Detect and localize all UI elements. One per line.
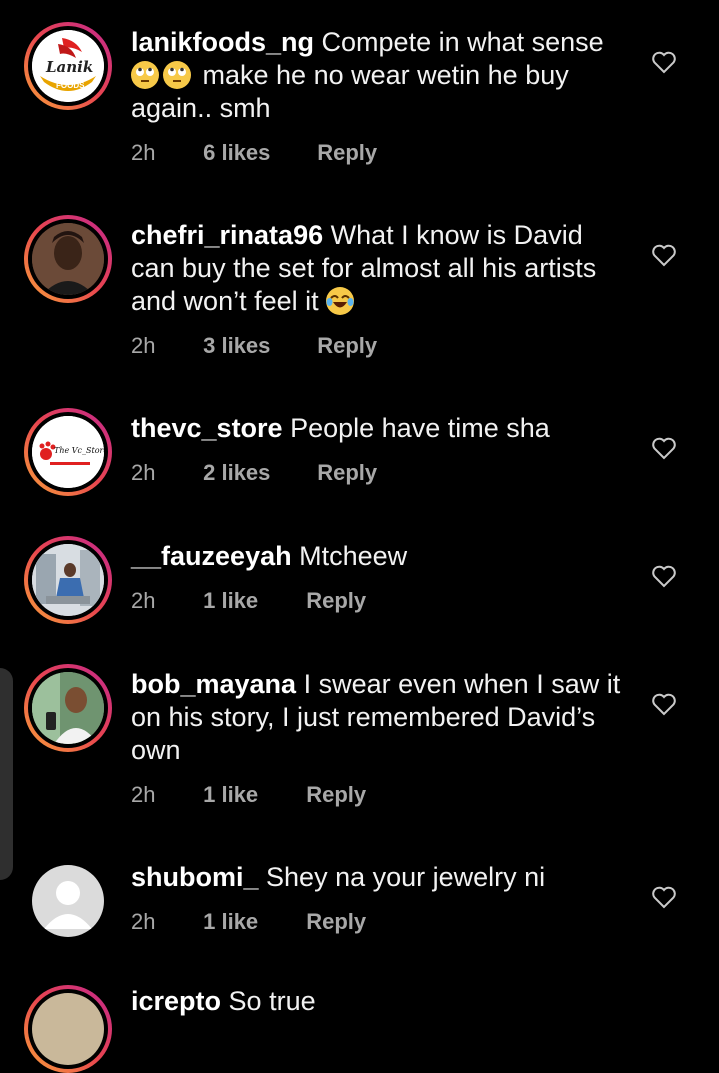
- comment-time: 2h: [131, 588, 156, 613]
- comment-username[interactable]: __fauzeeyah: [131, 541, 292, 571]
- comment-meta: 2h 1 like Reply: [131, 782, 366, 808]
- comment-time: 2h: [131, 460, 156, 485]
- default-avatar-icon: [44, 881, 92, 929]
- comment-body: People have time sha: [290, 413, 550, 443]
- heart-icon[interactable]: [651, 436, 677, 460]
- comment-username[interactable]: shubomi_: [131, 862, 259, 892]
- heart-icon[interactable]: [651, 243, 677, 267]
- avatar[interactable]: [24, 536, 112, 624]
- comment-text: bob_mayana I swear even when I saw it on…: [131, 668, 626, 767]
- avatar[interactable]: Lanik FOODS: [24, 22, 112, 110]
- comment-time: 2h: [131, 909, 156, 934]
- comment-username[interactable]: icrepto: [131, 986, 221, 1016]
- comment-text: thevc_store People have time sha: [131, 412, 626, 445]
- likes-count[interactable]: 2 likes: [203, 460, 311, 486]
- avatar-logo-text: The Vc_Store: [54, 446, 104, 455]
- likes-count[interactable]: 1 like: [203, 782, 300, 808]
- comment-time: 2h: [131, 140, 156, 165]
- comment-username[interactable]: lanikfoods_ng: [131, 27, 314, 57]
- heart-icon[interactable]: [651, 50, 677, 74]
- side-panel-handle[interactable]: [0, 668, 13, 880]
- likes-count[interactable]: 3 likes: [203, 333, 311, 359]
- comment-username[interactable]: chefri_rinata96: [131, 220, 323, 250]
- avatar-photo: [32, 672, 104, 744]
- comment-text: icrepto So true: [131, 985, 626, 1018]
- comment-username[interactable]: bob_mayana: [131, 669, 296, 699]
- reply-button[interactable]: Reply: [317, 460, 377, 486]
- comment-body: Compete in what sense: [321, 27, 604, 57]
- comment-body: So true: [228, 986, 316, 1016]
- avatar[interactable]: [32, 865, 104, 937]
- comment-time: 2h: [131, 782, 156, 807]
- likes-count[interactable]: 6 likes: [203, 140, 311, 166]
- comment-body: Shey na your jewelry ni: [266, 862, 546, 892]
- avatar[interactable]: [24, 664, 112, 752]
- comment-time: 2h: [131, 333, 156, 358]
- reply-button[interactable]: Reply: [306, 909, 366, 935]
- avatar[interactable]: The Vc_Store: [24, 408, 112, 496]
- reply-button[interactable]: Reply: [306, 782, 366, 808]
- likes-count[interactable]: 1 like: [203, 588, 300, 614]
- rolling-eyes-emoji-icon: [163, 61, 191, 89]
- likes-count[interactable]: 1 like: [203, 909, 300, 935]
- avatar-logo-subtext: FOODS: [56, 81, 85, 90]
- avatar-photo: [32, 544, 104, 616]
- comment-meta: 2h 1 like Reply: [131, 588, 366, 614]
- avatar-photo: [32, 223, 104, 295]
- comment-meta: 2h 1 like Reply: [131, 909, 366, 935]
- reply-button[interactable]: Reply: [306, 588, 366, 614]
- reply-button[interactable]: Reply: [317, 140, 377, 166]
- comment-username[interactable]: thevc_store: [131, 413, 283, 443]
- avatar[interactable]: [24, 215, 112, 303]
- comment-meta: 2h 2 likes Reply: [131, 460, 377, 486]
- tears-of-joy-emoji-icon: [326, 287, 355, 315]
- comment-meta: 2h 6 likes Reply: [131, 140, 377, 166]
- comment-text: __fauzeeyah Mtcheew: [131, 540, 626, 573]
- heart-icon[interactable]: [651, 692, 677, 716]
- comment-text: shubomi_ Shey na your jewelry ni: [131, 861, 626, 894]
- heart-icon[interactable]: [651, 885, 677, 909]
- reply-button[interactable]: Reply: [317, 333, 377, 359]
- comment-text: chefri_rinata96 What I know is David can…: [131, 219, 626, 318]
- heart-icon[interactable]: [651, 564, 677, 588]
- avatar[interactable]: [24, 985, 112, 1073]
- comment-body: Mtcheew: [299, 541, 408, 571]
- rolling-eyes-emoji-icon: [131, 61, 159, 89]
- comment-text: lanikfoods_ng Compete in what sense make…: [131, 26, 626, 125]
- avatar-logo-text: Lanik: [46, 58, 94, 76]
- comment-meta: 2h 3 likes Reply: [131, 333, 377, 359]
- comment-body-continued: make he no wear wetin he buy again.. smh: [131, 60, 569, 123]
